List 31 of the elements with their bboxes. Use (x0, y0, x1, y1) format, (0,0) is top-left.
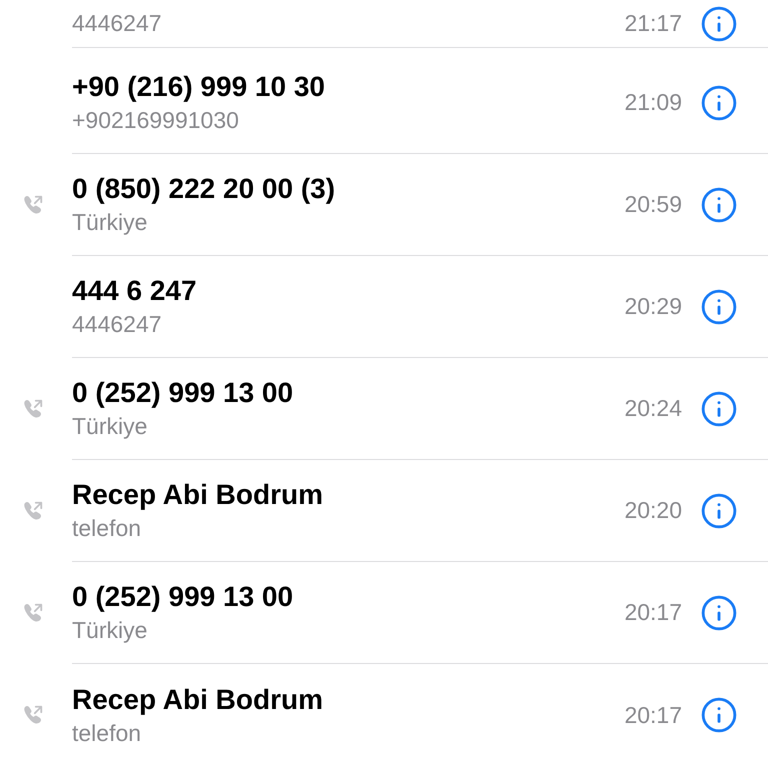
info-button[interactable] (700, 696, 738, 734)
call-time: 20:20 (624, 497, 682, 524)
call-detail: +902169991030 (72, 107, 240, 134)
call-time: 21:09 (624, 89, 682, 116)
info-button[interactable] (700, 492, 738, 530)
contact-name: Recep Abi Bodrum (72, 684, 324, 716)
call-time: 20:24 (624, 395, 682, 422)
info-button[interactable] (700, 4, 738, 42)
call-detail: telefon (72, 515, 142, 542)
contact-name: Recep Abi Bodrum (72, 479, 324, 511)
call-detail: 4446247 (72, 311, 163, 338)
call-time: 20:59 (624, 191, 682, 218)
contact-name: 444 6 247 (72, 275, 198, 307)
info-button[interactable] (700, 594, 738, 632)
call-time: 20:29 (624, 293, 682, 320)
call-detail: telefon (72, 720, 142, 746)
call-detail: Türkiye (72, 617, 148, 644)
contact-name: +90 (216) 999 10 30 (72, 71, 326, 103)
call-detail: 4446247 (72, 10, 163, 37)
call-detail: Türkiye (72, 209, 148, 236)
contact-name: 0 (252) 999 13 00 (72, 377, 294, 409)
info-button[interactable] (700, 288, 738, 326)
contact-name: 0 (850) 222 20 00 (3) (72, 173, 336, 205)
info-button[interactable] (700, 84, 738, 122)
info-button[interactable] (700, 390, 738, 428)
info-button[interactable] (700, 186, 738, 224)
call-detail: Türkiye (72, 413, 148, 440)
call-time: 20:17 (624, 702, 682, 728)
contact-name: 0 (252) 999 13 00 (72, 581, 294, 613)
call-time: 20:17 (624, 599, 682, 626)
call-time: 21:17 (624, 10, 682, 37)
